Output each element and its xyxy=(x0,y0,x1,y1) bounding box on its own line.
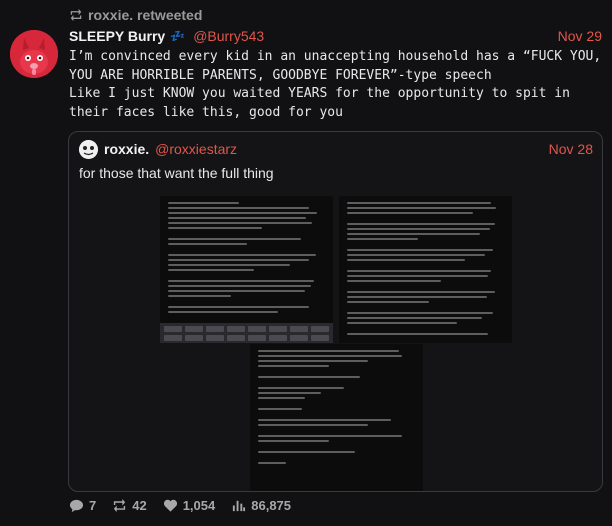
tweet-header: SLEEPY Burry 💤 @Burry543 Nov 29 xyxy=(69,26,602,46)
quoted-tweet[interactable]: roxxie. @roxxiestarz Nov 28 for those th… xyxy=(68,131,603,492)
quoted-tweet-text: for those that want the full thing xyxy=(79,165,274,181)
attached-image-3[interactable] xyxy=(250,344,423,491)
author-name[interactable]: SLEEPY Burry xyxy=(69,28,165,44)
quoted-tweet-header: roxxie. @roxxiestarz Nov 28 xyxy=(79,139,593,159)
reply-count: 7 xyxy=(89,498,97,513)
retweet-stat[interactable]: 42 xyxy=(112,498,147,513)
like-count: 1,054 xyxy=(182,498,216,513)
tweet-date[interactable]: Nov 29 xyxy=(558,28,602,44)
sleep-emoji-icon: 💤 xyxy=(170,29,186,43)
quoted-avatar[interactable] xyxy=(79,139,98,159)
views-icon xyxy=(233,500,246,512)
reply-icon xyxy=(69,499,84,513)
attached-image-1[interactable] xyxy=(160,196,333,343)
retweet-indicator: roxxie. retweeted xyxy=(69,7,202,23)
retweet-icon xyxy=(114,498,126,513)
attached-image-2[interactable] xyxy=(339,196,512,343)
views-count: 86,875 xyxy=(251,498,292,513)
retweet-icon xyxy=(70,8,82,22)
keyboard-strip xyxy=(160,323,333,343)
retweet-label: roxxie. retweeted xyxy=(88,7,203,23)
reply-stat[interactable]: 7 xyxy=(69,498,96,513)
engagement-bar: 7 42 1,054 86,875 xyxy=(69,498,291,513)
views-stat[interactable]: 86,875 xyxy=(231,498,291,513)
like-stat[interactable]: 1,054 xyxy=(163,498,216,513)
tweet-text: I’m convinced every kid in an unacceptin… xyxy=(69,49,602,120)
retweet-count: 42 xyxy=(132,498,147,513)
avatar[interactable] xyxy=(10,30,58,78)
quoted-tweet-date[interactable]: Nov 28 xyxy=(549,141,593,157)
heart-icon xyxy=(163,499,177,512)
author-handle[interactable]: @Burry543 xyxy=(193,28,264,44)
quoted-author-name[interactable]: roxxie. xyxy=(104,141,149,157)
quoted-author-handle[interactable]: @roxxiestarz xyxy=(155,141,237,157)
